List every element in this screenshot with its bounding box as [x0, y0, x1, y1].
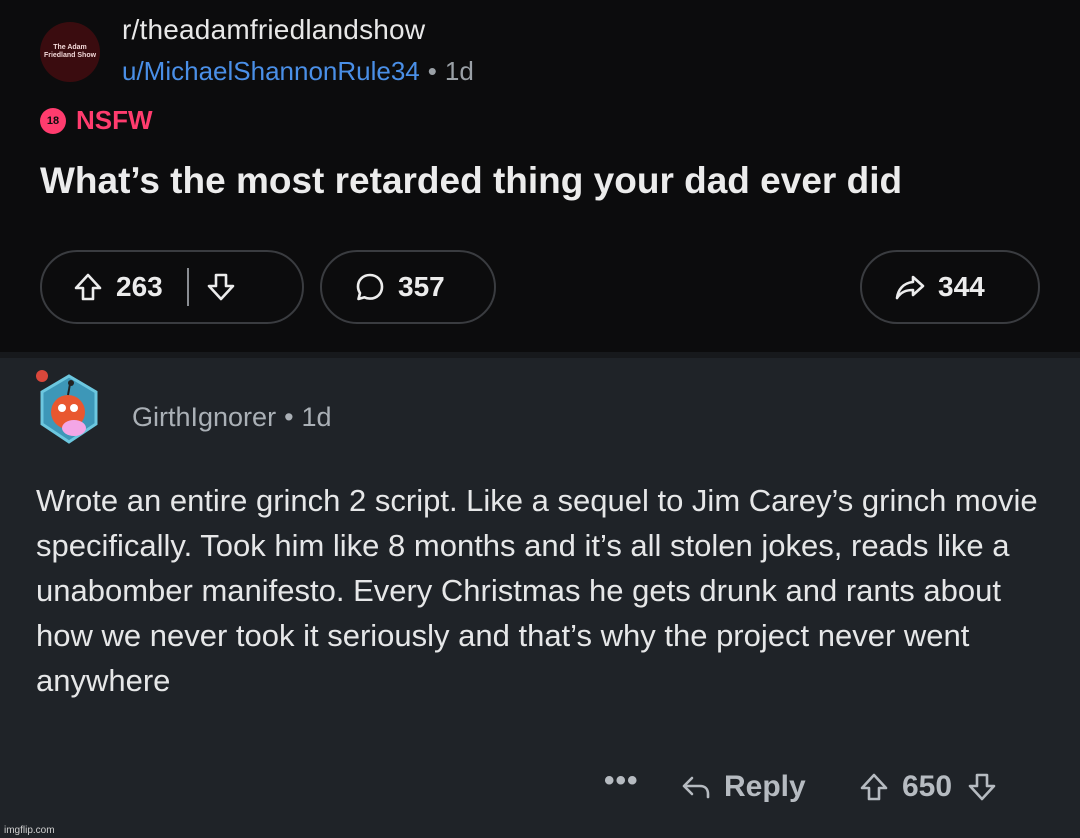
vote-bar: 263 [40, 250, 304, 324]
nsfw-tag: 18 NSFW [40, 105, 153, 136]
nsfw-label: NSFW [76, 105, 153, 135]
meta-separator: • [284, 402, 294, 432]
upvote-icon[interactable] [858, 771, 890, 803]
commenter-username[interactable]: GirthIgnorer [132, 402, 276, 432]
comment-age: 1d [301, 402, 332, 432]
divider [0, 352, 1080, 358]
post-age: 1d [444, 56, 474, 86]
post-title[interactable]: What’s the most retarded thing your dad … [40, 160, 902, 202]
post-meta: u/MichaelShannonRule34 • 1d [122, 56, 474, 87]
upvote-icon[interactable] [72, 271, 104, 303]
comment-meta: GirthIgnorer • 1d [132, 402, 332, 433]
share-button[interactable]: 344 [860, 250, 1040, 324]
comment-body: Wrote an entire grinch 2 script. Like a … [36, 483, 1038, 698]
subreddit-avatar-text: The Adam Friedland Show [43, 44, 97, 59]
nsfw-18-icon: 18 [40, 107, 66, 134]
downvote-icon[interactable] [205, 271, 237, 303]
reply-button[interactable]: Reply [680, 764, 806, 810]
subreddit-avatar[interactable]: The Adam Friedland Show [40, 22, 100, 82]
upvote-count: 263 [116, 271, 163, 302]
share-count: 344 [938, 271, 985, 302]
watermark: imgflip.com [4, 825, 55, 836]
vote-separator [186, 268, 189, 306]
post-author[interactable]: u/MichaelShannonRule34 [122, 56, 420, 86]
comment-bubble-icon [354, 271, 386, 303]
comments-button[interactable]: 357 [320, 250, 496, 324]
more-options-button[interactable]: ••• [604, 758, 639, 804]
comment-count: 357 [398, 271, 445, 302]
share-arrow-icon [894, 271, 926, 303]
comment-vote-bar: 650 [858, 764, 998, 810]
reply-arrow-icon [680, 771, 712, 803]
subreddit-name[interactable]: r/theadamfriedlandshow [122, 14, 425, 46]
meta-separator: • [427, 56, 437, 86]
reply-label: Reply [724, 770, 806, 803]
comment-vote-count: 650 [902, 770, 953, 803]
downvote-icon[interactable] [966, 771, 998, 803]
commenter-avatar[interactable] [34, 366, 104, 450]
